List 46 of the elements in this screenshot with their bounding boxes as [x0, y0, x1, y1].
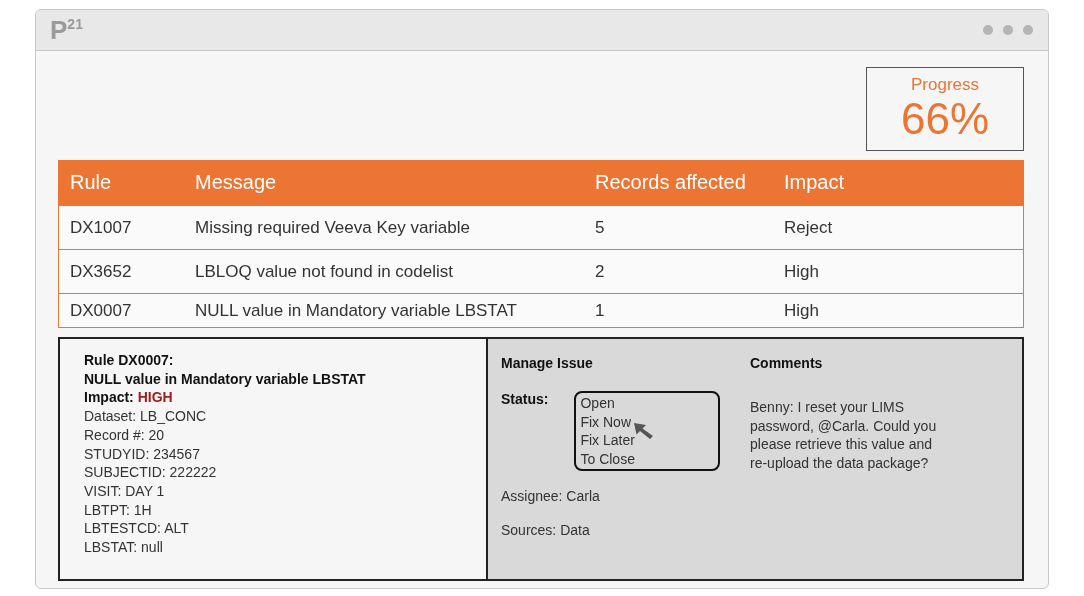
column-header: Message	[195, 171, 278, 194]
status-option[interactable]: Open	[580, 394, 715, 413]
record-field: Record #: 20	[84, 425, 462, 445]
status-list[interactable]: Open Fix Now Fix Later To Close	[574, 391, 721, 471]
table-cell-text: High	[784, 300, 820, 321]
record-field: LBSTAT: null	[84, 538, 462, 557]
progress-value: 66%	[900, 95, 990, 143]
table-cell-text: DX3652	[70, 261, 133, 282]
table-cell-text: 2	[595, 261, 606, 282]
table-cell-text: 5	[595, 217, 606, 238]
table-row[interactable]: DX3652 LBLOQ value not found in codelist 2 High	[59, 249, 1023, 293]
table-cell-text: High	[784, 261, 820, 282]
record-field: STUDYID: 234567	[84, 444, 462, 464]
section-title: Comments	[750, 355, 824, 371]
table-row[interactable]: DX1007 Missing required Veeva Key variable 5 Reject	[59, 205, 1023, 249]
table-cell-text: Missing required Veeva Key variable	[195, 217, 471, 238]
table-row[interactable]: DX0007 NULL value in Mandatory variable LBSTAT 1 High	[59, 293, 1023, 327]
table-cell-text: NULL value in Mandatory variable LBSTAT	[195, 300, 518, 321]
app-logo: P$^{21}$	[50, 14, 83, 46]
table-cell-text: Reject	[784, 217, 834, 238]
column-header: Records affected	[595, 171, 747, 194]
column-header: Rule	[70, 171, 113, 194]
rule-title: Rule DX0007:	[84, 351, 175, 370]
progress-label: Progress	[911, 75, 979, 95]
status-option[interactable]: Fix Now	[580, 412, 715, 431]
status-option[interactable]: To Close	[580, 449, 715, 468]
impact-value: HIGH	[137, 389, 173, 406]
table-cell-text: LBLOQ value not found in codelist	[195, 261, 454, 282]
record-field: LBTPT: 1H	[84, 500, 462, 520]
column-header: Impact	[784, 171, 846, 194]
record-field: SUBJECTID: 222222	[84, 463, 462, 482]
rule-title: NULL value in Mandatory variable LBSTAT	[84, 369, 367, 389]
table-cell-text: DX1007	[70, 217, 133, 238]
impact-label: Impact:	[84, 389, 134, 406]
sources-text: Sources: Data	[501, 522, 591, 538]
table-cell-text: DX0007	[70, 300, 133, 321]
status-label: Status:	[501, 391, 549, 407]
record-field: Dataset: LB_CONC	[84, 407, 462, 426]
record-field: VISIT: DAY 1	[84, 481, 462, 501]
status-option[interactable]: Fix Later	[580, 431, 715, 450]
window-menu-icon[interactable]	[982, 24, 1034, 36]
assignee-text: Assignee: Carla	[501, 488, 601, 504]
table-cell-text: 1	[595, 300, 606, 321]
comment-text: Benny: I reset your LIMS password, @Carla. Could you please retrieve this value and re-upload the data package?	[750, 398, 938, 472]
record-field: LBTESTCD: ALT	[84, 519, 462, 539]
section-title: Manage Issue	[501, 355, 594, 371]
